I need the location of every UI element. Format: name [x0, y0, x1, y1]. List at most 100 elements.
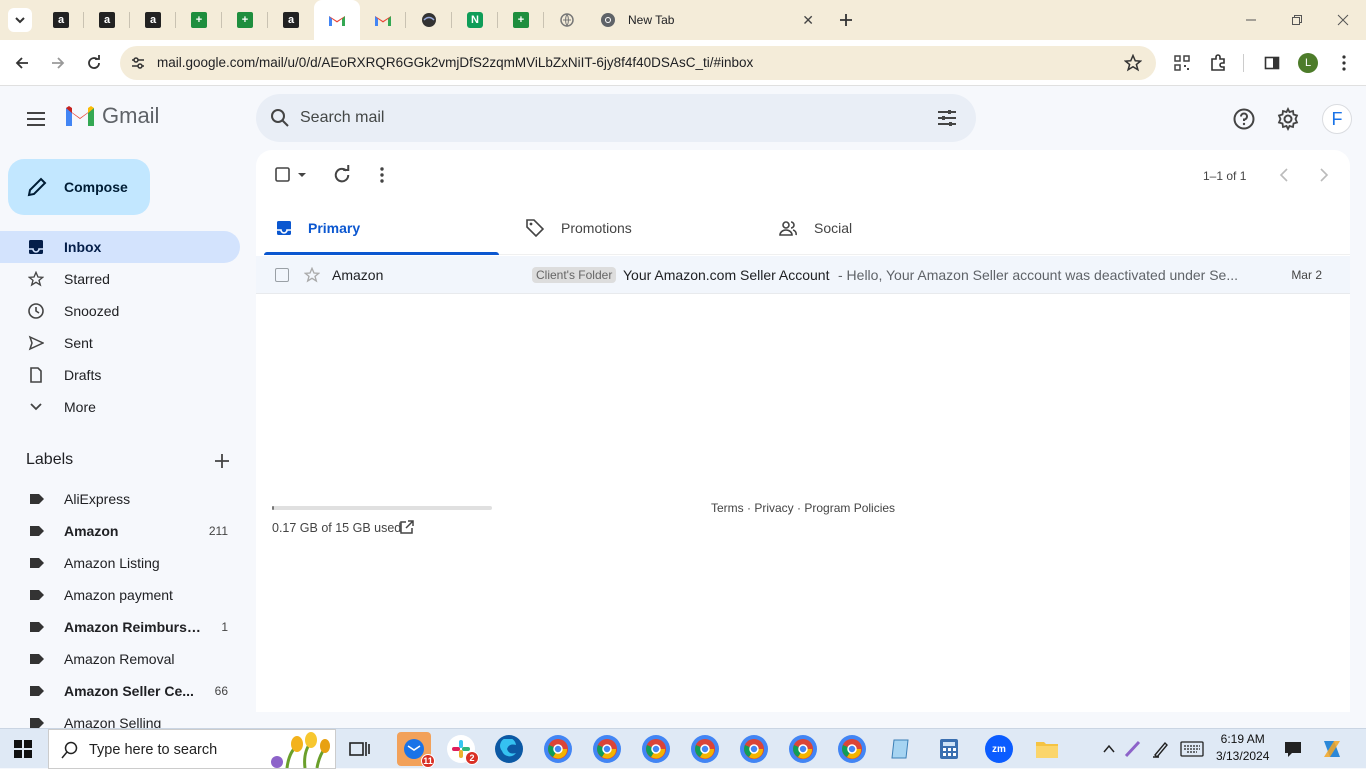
program-policies-link[interactable]: Program Policies	[804, 501, 895, 515]
sidebar-item-snoozed[interactable]: Snoozed	[0, 295, 240, 327]
qr-code-icon[interactable]	[1170, 51, 1194, 75]
chrome-profile-icon[interactable]	[789, 735, 817, 763]
task-view-icon[interactable]	[348, 737, 372, 761]
email-checkbox[interactable]	[275, 268, 289, 282]
sidebar-item-sent[interactable]: Sent	[0, 327, 240, 359]
older-chevron-right-icon[interactable]	[1316, 165, 1340, 185]
minimize-button[interactable]	[1228, 0, 1274, 40]
open-in-new-icon[interactable]	[399, 519, 415, 535]
zoom-icon[interactable]: zm	[985, 735, 1013, 763]
back-button[interactable]	[10, 51, 34, 75]
chrome-profile-icon[interactable]	[593, 735, 621, 763]
sidebar-item-starred[interactable]: Starred	[0, 263, 240, 295]
profile-button[interactable]: L	[1296, 51, 1320, 75]
compose-button[interactable]: Compose	[8, 159, 150, 215]
edge-icon[interactable]	[495, 735, 523, 763]
slack-icon[interactable]: 2	[447, 735, 479, 765]
terms-link[interactable]: Terms	[711, 501, 744, 515]
pen-icon[interactable]	[1121, 737, 1145, 761]
main-menu-icon[interactable]	[24, 107, 48, 131]
new-tab-button[interactable]	[834, 8, 858, 32]
account-avatar[interactable]: F	[1322, 104, 1352, 134]
email-label-chip[interactable]: Client's Folder	[532, 267, 617, 283]
close-tab-icon[interactable]: ✕	[802, 12, 814, 29]
reload-button[interactable]	[82, 51, 106, 75]
refresh-icon[interactable]	[332, 165, 356, 185]
star-icon[interactable]	[304, 267, 320, 283]
notifications-icon[interactable]	[1281, 737, 1305, 761]
browser-tab[interactable]: N	[452, 0, 498, 40]
keyboard-icon[interactable]	[1180, 737, 1204, 761]
search-bar[interactable]: Search mail	[256, 94, 976, 142]
browser-tab[interactable]: +	[222, 0, 268, 40]
browser-tab[interactable]	[360, 0, 406, 40]
taskbar-search-input[interactable]: Type here to search	[89, 742, 217, 758]
tab-search-dropdown[interactable]	[8, 8, 32, 32]
gmail-logo[interactable]: Gmail	[64, 103, 159, 129]
mail-app-icon[interactable]: 11	[397, 732, 435, 768]
tab-social[interactable]: Social	[779, 201, 1019, 255]
compose-label: Compose	[64, 179, 128, 195]
chrome-profile-icon[interactable]	[642, 735, 670, 763]
browser-tab[interactable]: a	[130, 0, 176, 40]
browser-tab[interactable]: +	[498, 0, 544, 40]
label-item[interactable]: Amazon 211	[0, 515, 256, 547]
chrome-profile-icon[interactable]	[740, 735, 768, 763]
browser-tab[interactable]: +	[176, 0, 222, 40]
taskbar-search[interactable]: Type here to search	[48, 729, 336, 769]
site-info-icon[interactable]	[130, 55, 146, 71]
search-icon[interactable]	[270, 108, 290, 128]
search-input[interactable]: Search mail	[300, 109, 384, 127]
search-icon	[61, 741, 79, 759]
gmail-icon	[375, 12, 391, 28]
windows-start-icon[interactable]	[14, 740, 32, 758]
sidebar-item-drafts[interactable]: Drafts	[0, 359, 240, 391]
label-item[interactable]: Amazon Removal	[0, 643, 256, 675]
account-initial: F	[1331, 108, 1343, 129]
restore-button[interactable]	[1274, 0, 1320, 40]
label-item[interactable]: AliExpress	[0, 483, 256, 515]
email-row[interactable]: Amazon Client's Folder Your Amazon.com S…	[256, 256, 1350, 294]
tab-promotions[interactable]: Promotions	[526, 201, 766, 255]
more-options-icon[interactable]	[372, 165, 396, 185]
chevron-up-icon[interactable]	[1097, 737, 1121, 761]
browser-tab-new-tab[interactable]: New Tab ✕	[584, 0, 824, 40]
tab-primary[interactable]: Primary	[264, 201, 499, 255]
browser-tab[interactable]: a	[268, 0, 314, 40]
address-bar[interactable]: mail.google.com/mail/u/0/d/AEoRXRQR6GGk2…	[120, 46, 1156, 80]
bookmark-star-icon[interactable]	[1124, 54, 1142, 72]
ink-workspace-icon[interactable]	[1149, 737, 1173, 761]
select-all-checkbox[interactable]	[274, 165, 306, 185]
close-window-button[interactable]	[1320, 0, 1366, 40]
newer-chevron-left-icon[interactable]	[1276, 165, 1300, 185]
add-label-icon[interactable]	[212, 451, 232, 471]
browser-tab[interactable]: a	[38, 0, 84, 40]
label-name: Amazon payment	[64, 587, 173, 603]
extensions-icon[interactable]	[1206, 51, 1230, 75]
browser-tab-active[interactable]	[314, 0, 360, 40]
calculator-icon[interactable]	[937, 737, 961, 761]
settings-gear-icon[interactable]	[1276, 107, 1300, 131]
file-explorer-icon[interactable]	[1035, 737, 1059, 761]
taskbar-clock[interactable]: 6:19 AM 3/13/2024	[1216, 731, 1269, 765]
label-item[interactable]: Amazon payment	[0, 579, 256, 611]
browser-tab[interactable]	[406, 0, 452, 40]
chrome-profile-icon[interactable]	[691, 735, 719, 763]
browser-tab[interactable]: a	[84, 0, 130, 40]
chrome-profile-icon[interactable]	[544, 735, 572, 763]
search-options-icon[interactable]	[937, 108, 957, 128]
sidebar-item-more[interactable]: More	[0, 391, 240, 423]
label-item[interactable]: Amazon Seller Ce... 66	[0, 675, 256, 707]
chrome-profile-icon[interactable]	[838, 735, 866, 763]
copilot-icon[interactable]	[1320, 737, 1344, 761]
browser-menu-icon[interactable]	[1332, 51, 1356, 75]
notepad-icon[interactable]	[888, 737, 912, 761]
sidebar-item-inbox[interactable]: Inbox	[0, 231, 240, 263]
email-date: Mar 2	[1291, 268, 1322, 282]
help-icon[interactable]	[1232, 107, 1256, 131]
label-item[interactable]: Amazon Listing	[0, 547, 256, 579]
label-item[interactable]: Amazon Reimburse... 1	[0, 611, 256, 643]
side-panel-icon[interactable]	[1260, 51, 1284, 75]
privacy-link[interactable]: Privacy	[754, 501, 793, 515]
forward-button[interactable]	[46, 51, 70, 75]
